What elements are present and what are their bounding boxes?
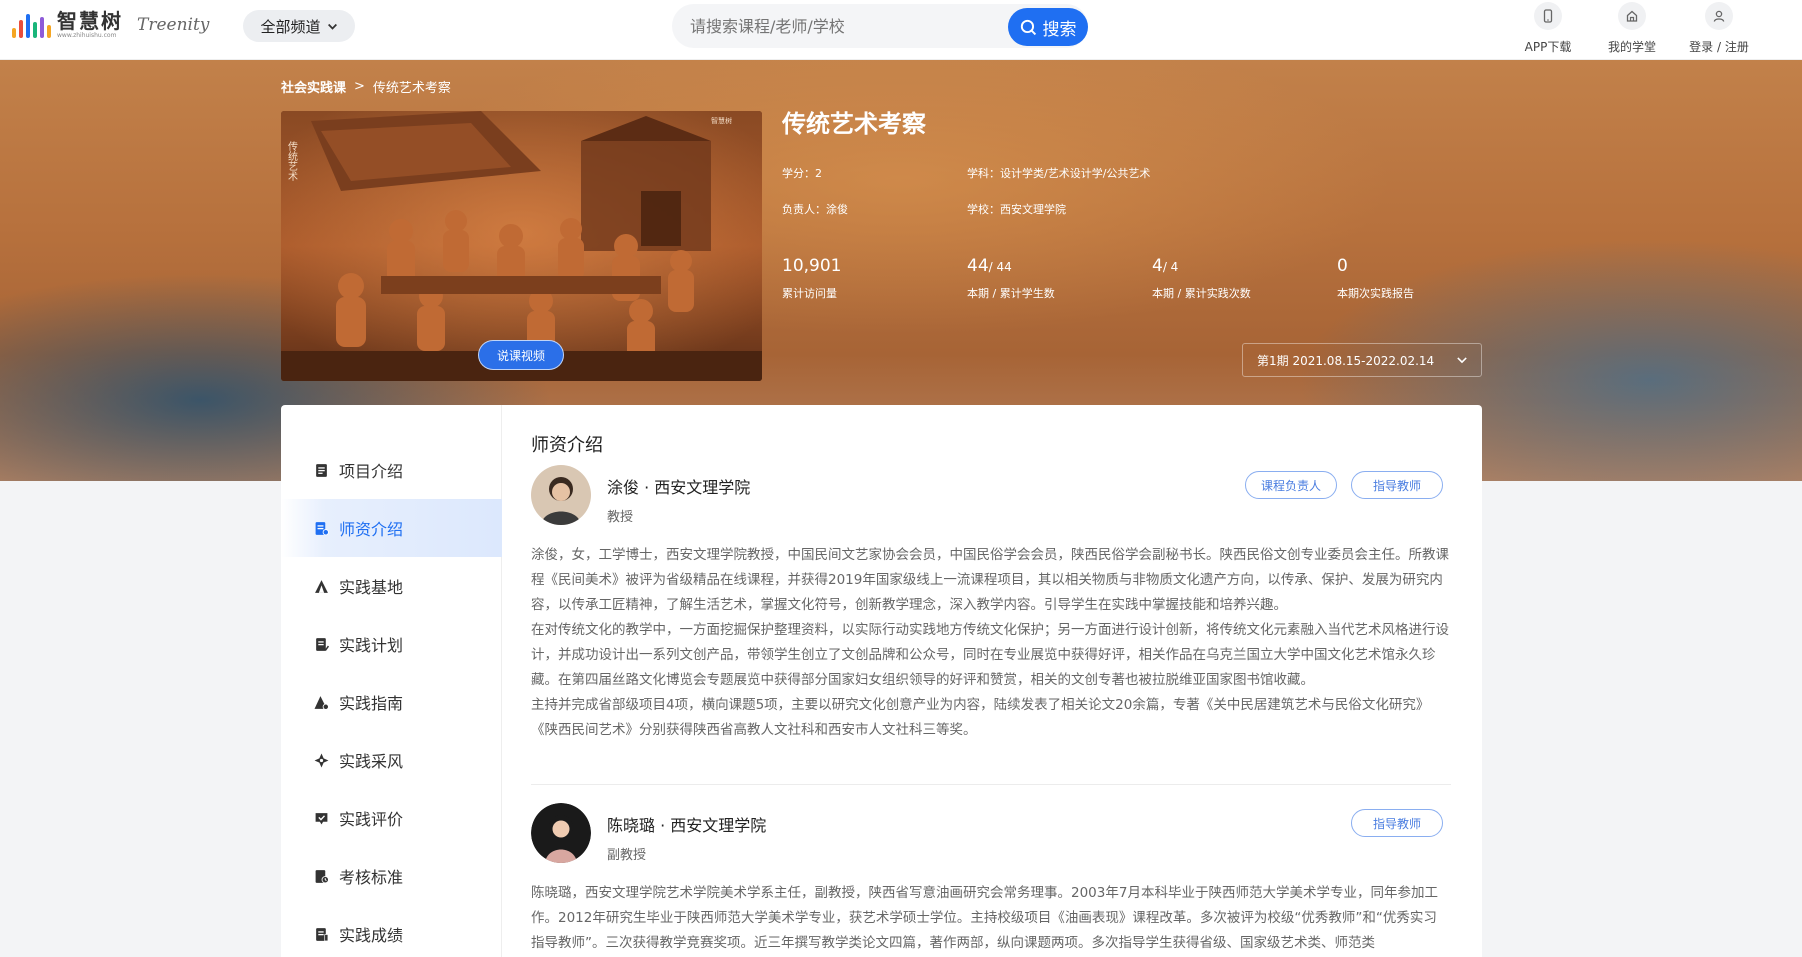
sidebar-item-assessment-standard[interactable]: 考核标准 — [281, 847, 502, 905]
login-register-label: 登录 / 注册 — [1689, 40, 1749, 54]
sidebar-item-practice-base[interactable]: 实践基地 — [281, 557, 502, 615]
chevron-down-icon — [327, 23, 337, 30]
stat-visits-value: 10,901 — [782, 256, 842, 276]
stat-students-label: 本期 / 累计学生数 — [967, 287, 1055, 300]
course-leader: 负责人：涂俊 — [782, 203, 848, 216]
app-download-label: APP下载 — [1524, 40, 1572, 54]
plan-icon — [313, 636, 329, 652]
document-icon — [313, 462, 329, 478]
course-credit: 学分：2 — [782, 167, 822, 180]
home-icon — [1618, 2, 1646, 30]
course-leader-tag: 课程负责人 — [1245, 471, 1337, 499]
instructor-tag: 指导教师 — [1351, 471, 1443, 499]
sidebar-item-label: 实践成绩 — [339, 926, 404, 945]
standard-icon — [313, 868, 329, 884]
svg-text:传统艺术: 传统艺术 — [286, 141, 298, 182]
teacher-title: 副教授 — [607, 848, 647, 863]
sidebar-item-practice-grades[interactable]: 实践成绩 — [281, 905, 502, 957]
sidebar-item-practice-guide[interactable]: 实践指南 — [281, 673, 502, 731]
teacher-divider — [531, 784, 1451, 785]
main-card: 项目介绍 师资介绍 实践基地 实践计划 实践指南 实践采风 实践评价 考核标准 — [281, 405, 1482, 957]
login-register-link[interactable]: 登录 / 注册 — [1674, 0, 1764, 60]
search-button[interactable]: 搜索 — [1008, 8, 1088, 46]
sidebar-item-label: 项目介绍 — [339, 462, 404, 481]
my-classroom-label: 我的学堂 — [1607, 40, 1656, 54]
sidebar-item-practice-evaluation[interactable]: 实践评价 — [281, 789, 502, 847]
app-download-link[interactable]: APP下载 — [1503, 0, 1593, 60]
channel-label: 全部频道 — [260, 17, 321, 36]
course-title: 传统艺术考察 — [782, 110, 926, 138]
stat-practices-label: 本期 / 累计实践次数 — [1152, 287, 1251, 300]
site-logo[interactable]: 智慧树 www.zhihuishu.com Treenity — [12, 8, 209, 42]
my-classroom-link[interactable]: 我的学堂 — [1587, 0, 1677, 60]
teacher-name: 涂俊 · 西安文理学院 — [607, 478, 751, 497]
teacher-name: 陈晓璐 · 西安文理学院 — [607, 816, 767, 835]
sidebar-item-label: 实践评价 — [339, 810, 404, 829]
sidebar-item-practice-collect[interactable]: 实践采风 — [281, 731, 502, 789]
teacher-title: 教授 — [607, 510, 634, 525]
phone-icon — [1534, 2, 1562, 30]
sidebar-item-label: 考核标准 — [339, 868, 404, 887]
logo-name: 智慧树 — [57, 9, 123, 33]
stat-students-value: 44/ 44 — [967, 256, 1012, 276]
sidebar-item-label: 师资介绍 — [339, 520, 404, 539]
stat-visits-label: 累计访问量 — [782, 287, 837, 300]
avatar — [531, 803, 591, 863]
course-subject: 学科：设计学类/艺术设计学/公共艺术 — [967, 167, 1151, 180]
section-title: 师资介绍 — [531, 435, 603, 456]
guide-icon — [313, 694, 329, 710]
teacher-icon — [313, 520, 329, 536]
sidebar-item-faculty[interactable]: 师资介绍 — [281, 499, 502, 557]
stat-reports-value: 0 — [1337, 256, 1348, 276]
sidebar-item-practice-plan[interactable]: 实践计划 — [281, 615, 502, 673]
teacher-bio: 陈晓璐，西安文理学院艺术学院美术学系主任，副教授，陕西省写意油画研究会常务理事。… — [531, 885, 1438, 951]
logo-bars-icon — [12, 12, 51, 38]
stat-reports-label: 本期次实践报告 — [1337, 287, 1414, 300]
user-icon — [1705, 2, 1733, 30]
teacher-bio: 涂俊，女，工学博士，西安文理学院教授，中国民间文艺家协会会员，中国民俗学会会员，… — [531, 547, 1449, 738]
all-channels-dropdown[interactable]: 全部频道 — [243, 10, 355, 42]
sidebar-item-label: 实践采风 — [339, 752, 404, 771]
intro-video-button[interactable]: 说课视频 — [478, 340, 564, 370]
logo-url: www.zhihuishu.com — [57, 32, 117, 39]
top-header: 智慧树 www.zhihuishu.com Treenity 全部频道 搜索 A… — [0, 0, 1802, 60]
sidebar-item-label: 实践指南 — [339, 694, 404, 713]
search-input[interactable] — [690, 4, 960, 48]
search-button-label: 搜索 — [1042, 19, 1077, 40]
sidebar-item-label: 实践计划 — [339, 636, 404, 655]
breadcrumb: 社会实践课 > 传统艺术考察 — [281, 77, 451, 96]
chevron-down-icon — [1457, 357, 1467, 364]
sidebar-item-project-intro[interactable]: 项目介绍 — [281, 441, 502, 499]
avatar — [531, 465, 591, 525]
search-box: 搜索 — [672, 4, 1088, 48]
collect-icon — [313, 752, 329, 768]
grade-icon — [313, 926, 329, 942]
breadcrumb-current: 传统艺术考察 — [372, 81, 451, 96]
instructor-tag: 指导教师 — [1351, 809, 1443, 837]
svg-text:智慧树: 智慧树 — [711, 116, 732, 125]
sidebar-nav: 项目介绍 师资介绍 实践基地 实践计划 实践指南 实践采风 实践评价 考核标准 — [281, 405, 502, 957]
period-label: 第1期 2021.08.15-2022.02.14 — [1257, 353, 1435, 368]
search-icon — [1020, 19, 1036, 35]
course-school: 学校：西安文理学院 — [967, 203, 1066, 216]
sidebar-item-label: 实践基地 — [339, 578, 404, 597]
breadcrumb-separator: > — [354, 79, 365, 94]
logo-english-name: Treenity — [137, 15, 210, 35]
comment-icon — [313, 810, 329, 826]
base-icon — [313, 578, 329, 594]
stat-practices-value: 4/ 4 — [1152, 256, 1179, 276]
period-select[interactable]: 第1期 2021.08.15-2022.02.14 — [1242, 343, 1482, 377]
breadcrumb-parent[interactable]: 社会实践课 — [281, 77, 346, 96]
